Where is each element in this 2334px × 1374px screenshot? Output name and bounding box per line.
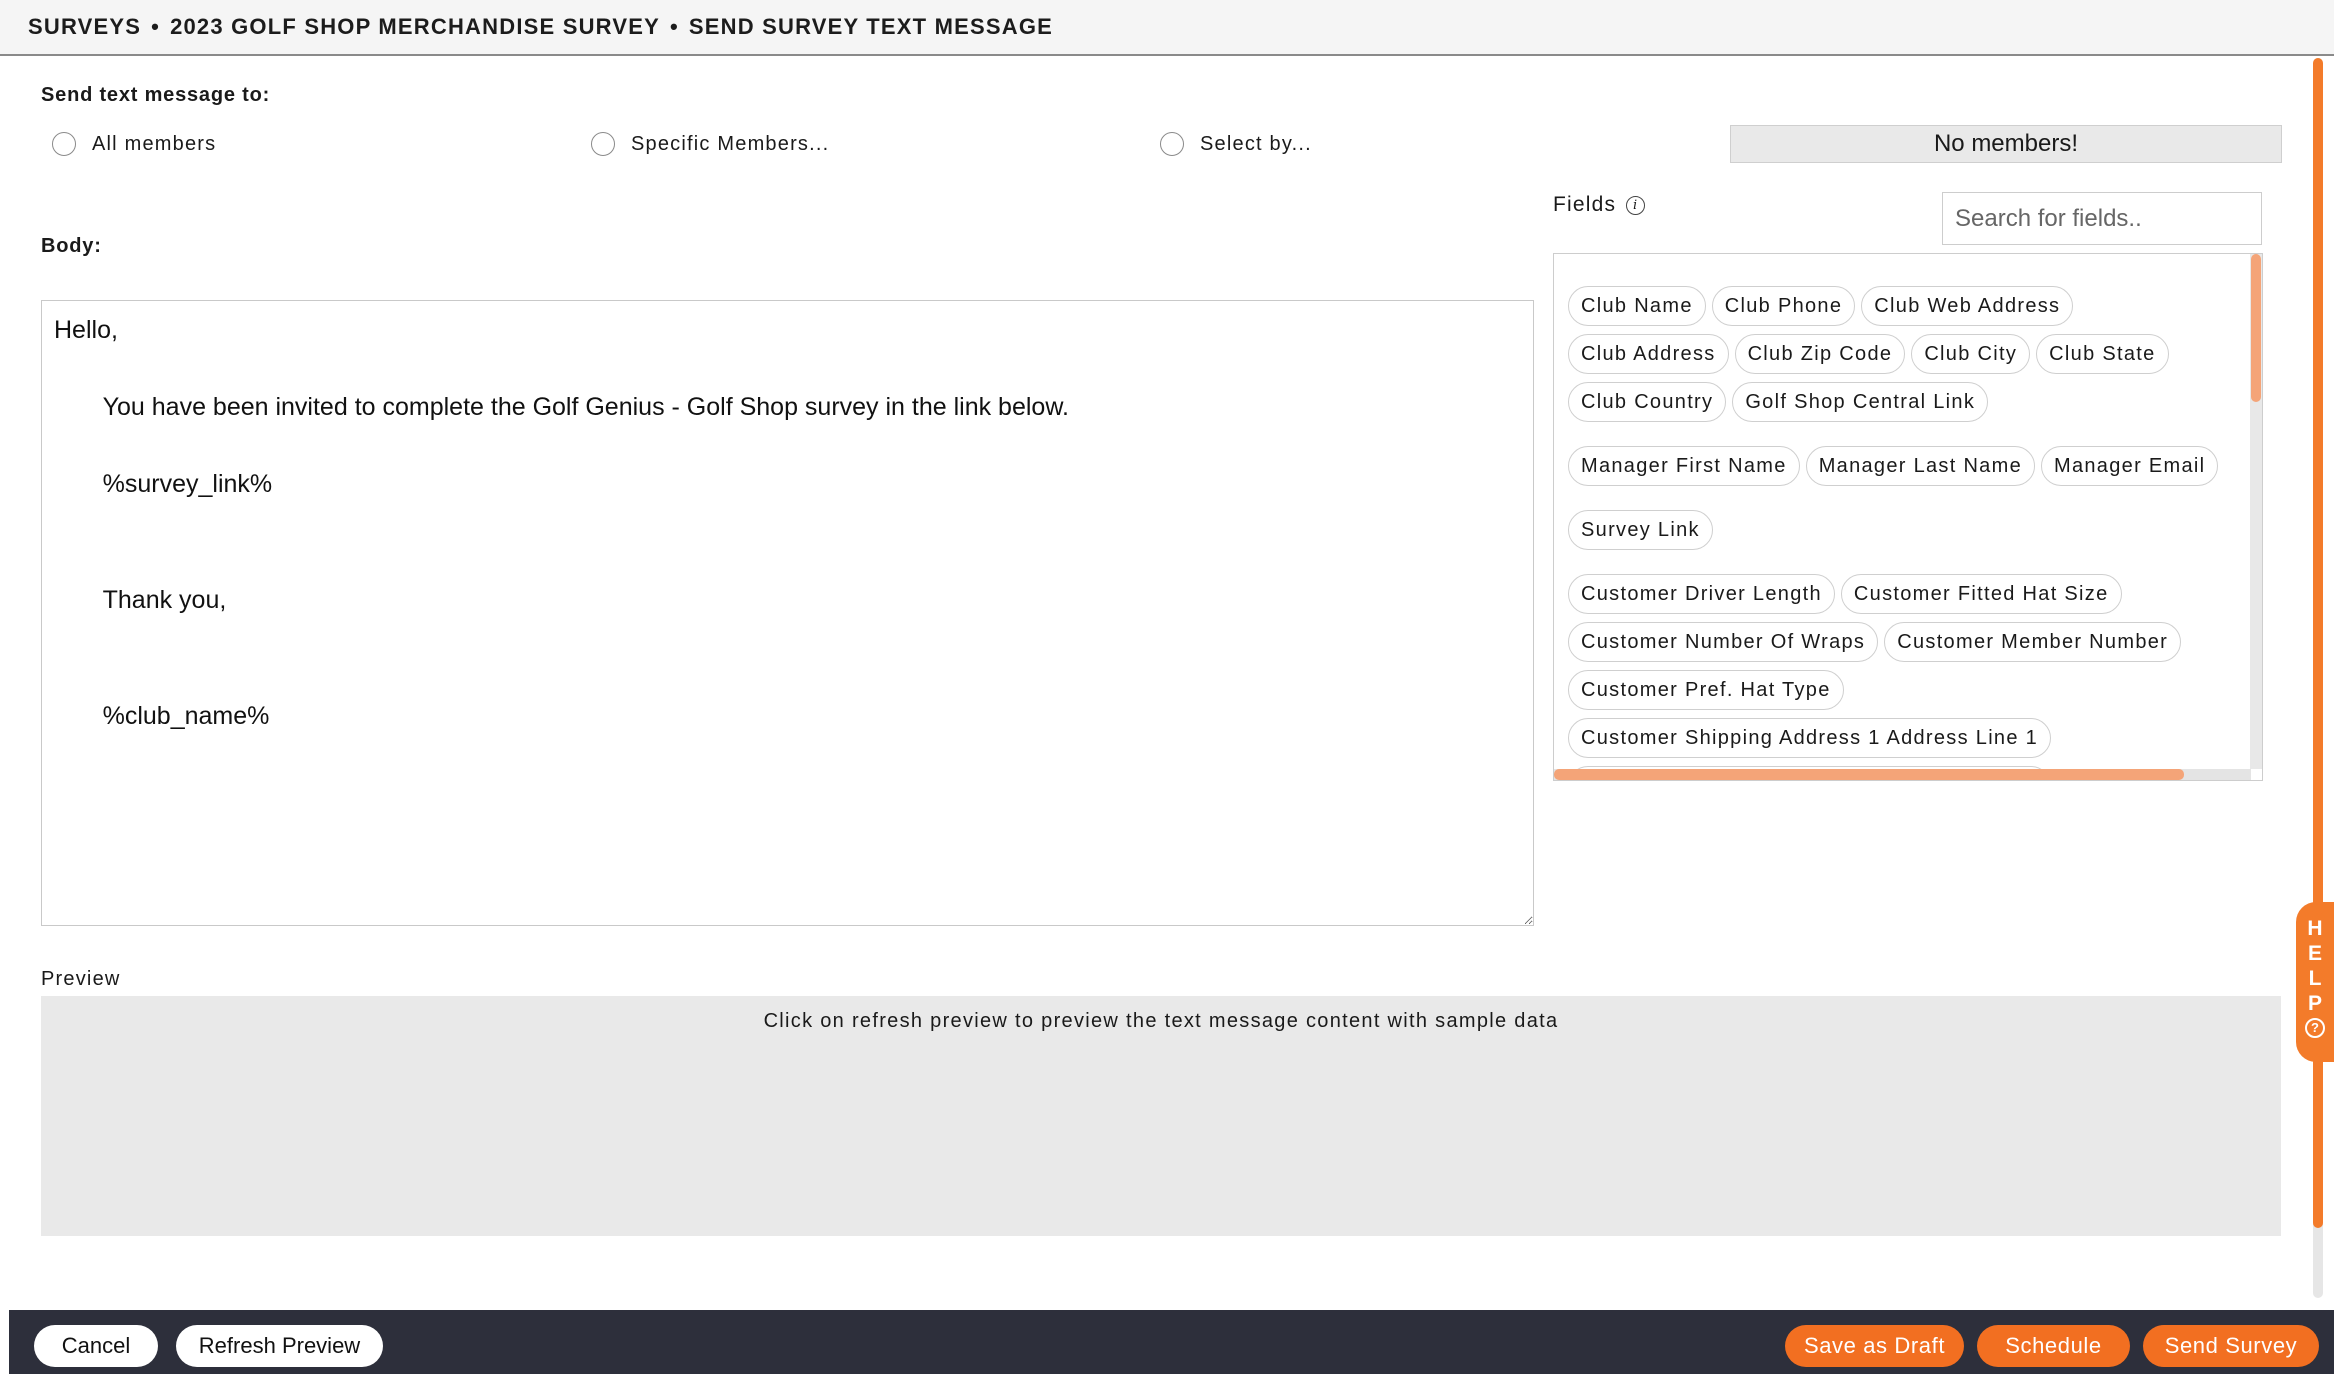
radio-select-by[interactable]: Select by... (1160, 132, 1312, 156)
field-chip[interactable]: Club State (2036, 334, 2169, 374)
breadcrumb-separator: • (151, 14, 161, 39)
field-chip[interactable]: Customer Driver Length (1568, 574, 1835, 614)
radio-label: Select by... (1200, 132, 1312, 155)
help-letter: E (2307, 942, 2322, 965)
field-chip-group: Manager First Name Manager Last Name Manag… (1568, 446, 2240, 494)
send-to-label: Send text message to: (41, 84, 271, 106)
field-chip[interactable]: Club Address (1568, 334, 1729, 374)
field-chip[interactable]: Club Country (1568, 382, 1727, 422)
fields-label-text: Fields (1553, 193, 1617, 216)
breadcrumb-survey-name[interactable]: 2023 GOLF SHOP MERCHANDISE SURVEY (170, 14, 660, 40)
field-chip-group: Club Name Club Phone Club Web Address Club … (1568, 286, 2240, 430)
preview-panel: Click on refresh preview to preview the … (41, 996, 2281, 1236)
scrollbar-thumb[interactable] (2251, 254, 2261, 402)
search-fields-input[interactable] (1942, 192, 2262, 245)
radio-label: Specific Members... (631, 132, 830, 155)
question-circle-icon: ? (2305, 1018, 2325, 1038)
breadcrumb-surveys[interactable]: SURVEYS (28, 14, 141, 40)
radio-specific-members[interactable]: Specific Members... (591, 132, 829, 156)
save-as-draft-button[interactable]: Save as Draft (1785, 1325, 1964, 1367)
field-chip-group: Survey Link (1568, 510, 2240, 558)
fields-horizontal-scrollbar[interactable] (1554, 769, 2251, 780)
fields-vertical-scrollbar[interactable] (2250, 254, 2262, 769)
field-chip[interactable]: Manager Last Name (1805, 446, 2035, 486)
field-chip[interactable]: Customer Pref. Hat Type (1568, 670, 1844, 710)
schedule-button[interactable]: Schedule (1977, 1325, 2130, 1367)
help-letter: P (2307, 992, 2322, 1015)
radio-label: All members (92, 132, 217, 155)
preview-label: Preview (41, 968, 121, 990)
breadcrumb-separator: • (669, 14, 679, 39)
help-letter: L (2308, 967, 2322, 990)
info-icon[interactable]: i (1626, 195, 1646, 215)
field-chip[interactable]: Customer Number Of Wraps (1568, 622, 1879, 662)
cancel-button[interactable]: Cancel (34, 1325, 158, 1367)
radio-circle-icon[interactable] (52, 132, 76, 156)
fields-list: Club Name Club Phone Club Web Address Club … (1553, 253, 2263, 781)
refresh-preview-button[interactable]: Refresh Preview (176, 1325, 383, 1367)
field-chip-group: Customer Driver Length Customer Fitted Ha… (1568, 574, 2240, 780)
field-chip[interactable]: Club Phone (1711, 286, 1856, 326)
field-chip[interactable]: Club City (1911, 334, 2031, 374)
field-chip[interactable]: Customer Shipping Address 1 Address Line… (1568, 718, 2052, 758)
preview-message: Click on refresh preview to preview the … (763, 1010, 1559, 1032)
fields-label: Fields i (1553, 193, 1646, 217)
help-tab[interactable]: H E L P ? (2296, 902, 2334, 1062)
field-chips: Club Name Club Phone Club Web Address Club … (1568, 286, 2240, 780)
breadcrumb-current-page: SEND SURVEY TEXT MESSAGE (688, 14, 1054, 39)
recipient-status: No members! (1730, 125, 2282, 163)
field-chip[interactable]: Manager First Name (1568, 446, 1800, 486)
page-scrollbar[interactable] (2313, 58, 2323, 1298)
field-chip[interactable]: Golf Shop Central Link (1732, 382, 1989, 422)
help-letter: H (2307, 917, 2323, 940)
field-chip[interactable]: Manager Email (2041, 446, 2219, 486)
scrollbar-thumb[interactable] (1554, 769, 2184, 780)
field-chip[interactable]: Customer Member Number (1884, 622, 2182, 662)
message-body-textarea[interactable] (41, 300, 1534, 926)
send-survey-button[interactable]: Send Survey (2143, 1325, 2319, 1367)
radio-circle-icon[interactable] (1160, 132, 1184, 156)
radio-circle-icon[interactable] (591, 132, 615, 156)
field-chip[interactable]: Customer Fitted Hat Size (1840, 574, 2122, 614)
field-chip[interactable]: Survey Link (1568, 510, 1713, 550)
field-chip[interactable]: Club Zip Code (1734, 334, 1906, 374)
radio-all-members[interactable]: All members (52, 132, 216, 156)
breadcrumb: SURVEYS • 2023 GOLF SHOP MERCHANDISE SUR… (0, 0, 2334, 56)
field-chip[interactable]: Club Name (1568, 286, 1706, 326)
field-chip[interactable]: Club Web Address (1861, 286, 2074, 326)
body-label: Body: (41, 235, 102, 257)
